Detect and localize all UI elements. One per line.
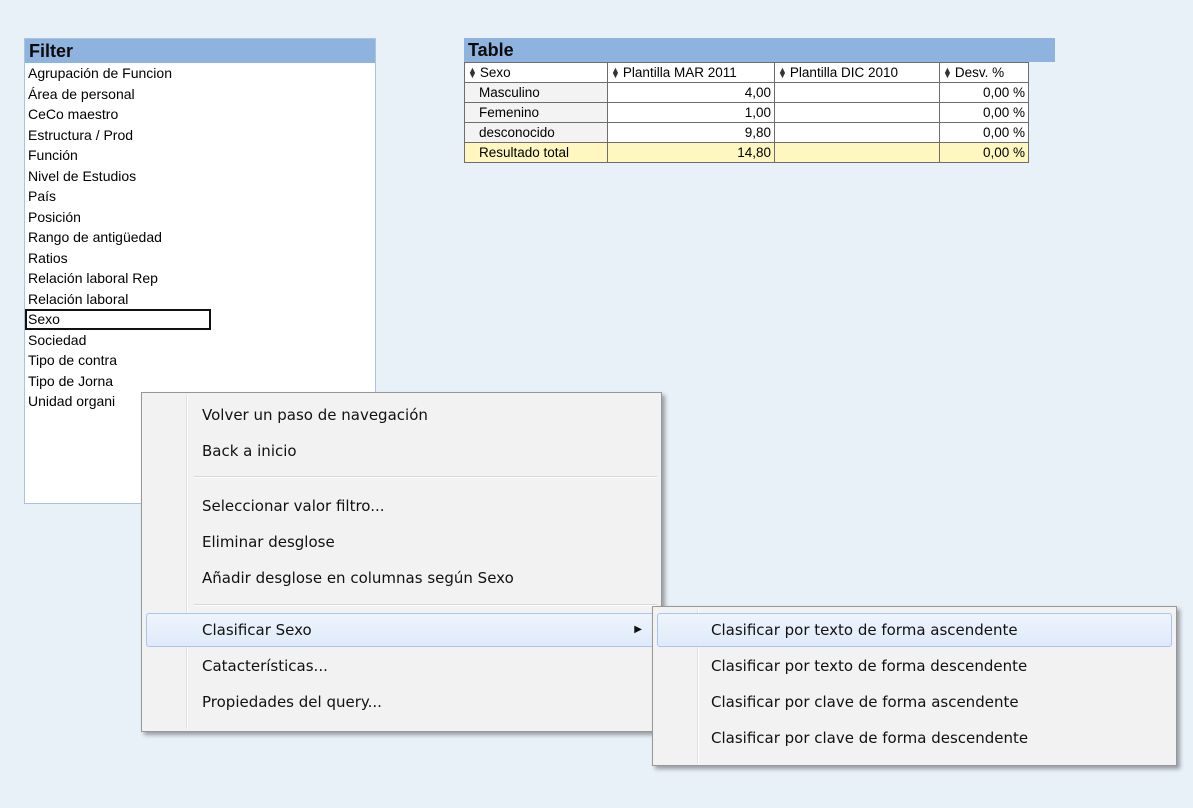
menu-separator xyxy=(194,604,657,606)
submenu-item-clave-descendente[interactable]: Clasificar por clave de forma descendent… xyxy=(657,721,1172,755)
row-label[interactable]: desconocido xyxy=(464,122,608,143)
filter-item-relacion-laboral-rep[interactable]: Relación laboral Rep xyxy=(25,268,211,289)
table-cell: 0,00 % xyxy=(939,82,1029,103)
table-panel: Table ▲ ▼ Sexo ▲ ▼ Plantilla MAR 2011 ▲ ▼ Plan… xyxy=(464,38,1055,190)
filter-item-sexo[interactable]: Sexo xyxy=(25,309,211,330)
filter-list: Agrupación de Funcion Área de personal C… xyxy=(25,63,375,412)
submenu-clasificar: Clasificar por texto de forma ascendente… xyxy=(652,606,1177,766)
filter-panel-title: Filter xyxy=(25,39,375,63)
menu-item-seleccionar-valor-filtro[interactable]: Seleccionar valor filtro... xyxy=(146,489,657,523)
filter-item-rango-antiguedad[interactable]: Rango de antigüedad xyxy=(25,227,211,248)
column-header-desv[interactable]: ▲ ▼ Desv. % xyxy=(939,62,1029,83)
table-cell: 9,80 xyxy=(607,122,775,143)
context-menu: Volver un paso de navegación Back a inic… xyxy=(141,392,662,732)
filter-item-pais[interactable]: País xyxy=(25,186,211,207)
menu-item-eliminar-desglose[interactable]: Eliminar desglose xyxy=(146,525,657,559)
filter-item-ceco-maestro[interactable]: CeCo maestro xyxy=(25,104,211,125)
filter-item-sociedad[interactable]: Sociedad xyxy=(25,330,211,351)
table-header-row: ▲ ▼ Sexo ▲ ▼ Plantilla MAR 2011 ▲ ▼ Plantilla … xyxy=(464,62,1029,83)
sort-icon[interactable]: ▲ ▼ xyxy=(778,66,787,80)
results-table: ▲ ▼ Sexo ▲ ▼ Plantilla MAR 2011 ▲ ▼ Plantilla … xyxy=(464,62,1029,163)
table-total-row: Resultado total 14,80 0,00 % xyxy=(464,142,1029,163)
filter-item-funcion[interactable]: Función xyxy=(25,145,211,166)
filter-item-nivel-estudios[interactable]: Nivel de Estudios xyxy=(25,166,211,187)
table-cell xyxy=(774,82,940,103)
column-header-sexo[interactable]: ▲ ▼ Sexo xyxy=(464,62,608,83)
menu-item-clasificar-sexo[interactable]: Clasificar Sexo ▶ xyxy=(146,613,657,647)
table-cell: 14,80 xyxy=(607,142,775,163)
filter-item-area-personal[interactable]: Área de personal xyxy=(25,84,211,105)
menu-item-caracteristicas[interactable]: Catacterísticas... xyxy=(146,649,657,683)
table-cell: 0,00 % xyxy=(939,142,1029,163)
menu-item-anadir-desglose-columnas[interactable]: Añadir desglose en columnas según Sexo xyxy=(146,561,657,595)
filter-item-estructura-prod[interactable]: Estructura / Prod xyxy=(25,125,211,146)
table-cell: 1,00 xyxy=(607,102,775,123)
row-label[interactable]: Resultado total xyxy=(464,142,608,163)
column-header-plantilla-dic[interactable]: ▲ ▼ Plantilla DIC 2010 xyxy=(774,62,940,83)
sort-icon[interactable]: ▲ ▼ xyxy=(611,66,620,80)
menu-separator xyxy=(194,476,657,478)
menu-item-propiedades-query[interactable]: Propiedades del query... xyxy=(146,685,657,719)
table-cell: 4,00 xyxy=(607,82,775,103)
menu-item-label: Clasificar Sexo xyxy=(202,621,312,639)
submenu-arrow-icon: ▶ xyxy=(634,624,642,635)
table-panel-title: Table xyxy=(464,38,1055,62)
table-cell: 0,00 % xyxy=(939,102,1029,123)
filter-item-ratios[interactable]: Ratios xyxy=(25,248,211,269)
row-label[interactable]: Femenino xyxy=(464,102,608,123)
filter-item-tipo-jornada[interactable]: Tipo de Jorna xyxy=(25,371,211,392)
table-cell xyxy=(774,142,940,163)
table-cell: 0,00 % xyxy=(939,122,1029,143)
table-cell xyxy=(774,102,940,123)
filter-item-posicion[interactable]: Posición xyxy=(25,207,211,228)
column-header-plantilla-mar[interactable]: ▲ ▼ Plantilla MAR 2011 xyxy=(607,62,775,83)
menu-item-back-inicio[interactable]: Back a inicio xyxy=(146,434,657,468)
filter-item-agrupacion[interactable]: Agrupación de Funcion xyxy=(25,63,211,84)
submenu-item-texto-descendente[interactable]: Clasificar por texto de forma descendent… xyxy=(657,649,1172,683)
row-label[interactable]: Masculino xyxy=(464,82,608,103)
filter-item-relacion-laboral[interactable]: Relación laboral xyxy=(25,289,211,310)
menu-item-volver-paso[interactable]: Volver un paso de navegación xyxy=(146,398,657,432)
submenu-item-texto-ascendente[interactable]: Clasificar por texto de forma ascendente xyxy=(657,613,1172,647)
table-row: desconocido 9,80 0,00 % xyxy=(464,122,1029,143)
table-row: Masculino 4,00 0,00 % xyxy=(464,82,1029,103)
table-cell xyxy=(774,122,940,143)
sort-icon[interactable]: ▲ ▼ xyxy=(943,66,952,80)
filter-item-tipo-contrato[interactable]: Tipo de contra xyxy=(25,350,211,371)
submenu-item-clave-ascendente[interactable]: Clasificar por clave de forma ascendente xyxy=(657,685,1172,719)
table-row: Femenino 1,00 0,00 % xyxy=(464,102,1029,123)
sort-icon[interactable]: ▲ ▼ xyxy=(468,66,477,80)
